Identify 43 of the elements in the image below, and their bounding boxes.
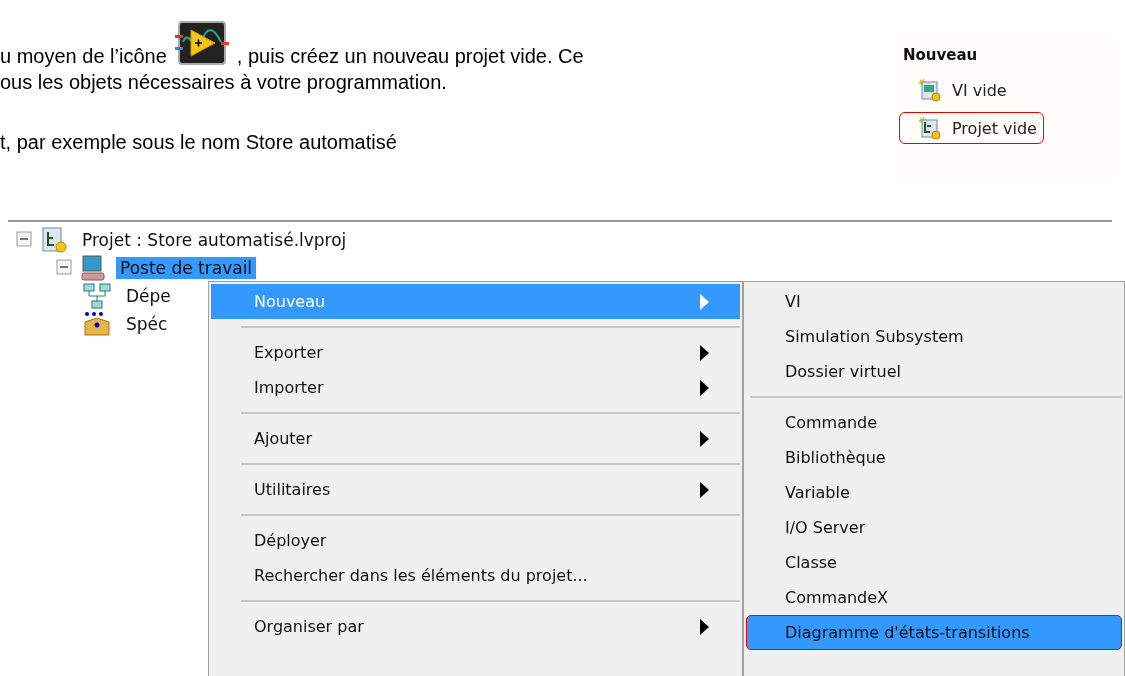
new-item[interactable]: Projet vide (899, 112, 1044, 144)
project-icon (40, 226, 68, 254)
menu-item[interactable]: Ajouter (211, 421, 740, 456)
menu-item[interactable]: Variable (746, 475, 1122, 510)
menu-item[interactable]: Classe (746, 545, 1122, 580)
tree-item[interactable]: Projet : Store automatisé.lvproj (78, 229, 351, 251)
menu-item[interactable]: VI (746, 284, 1122, 319)
menu-item[interactable]: Simulation Subsystem (746, 319, 1122, 354)
submenu-arrow-icon (700, 379, 709, 396)
submenu-arrow-icon (700, 618, 709, 635)
dependencies-icon (82, 282, 112, 310)
collapse-toggle[interactable] (56, 259, 74, 277)
submenu-arrow-icon (700, 430, 709, 447)
panel-title: Nouveau (903, 46, 978, 64)
new-vi-icon (918, 78, 942, 102)
build-box-icon (82, 310, 112, 338)
instruction-text: ous les objets nécessaires à votre programmation. (0, 70, 447, 94)
menu-item[interactable]: Dossier virtuel (746, 354, 1122, 389)
tree-item[interactable]: Spéc (122, 313, 172, 335)
submenu-arrow-icon (700, 344, 709, 361)
menu-item[interactable]: Exporter (211, 335, 740, 370)
menu-item[interactable]: Déployer (211, 523, 740, 558)
tree-item[interactable]: Poste de travail (116, 257, 257, 279)
menu-item[interactable]: I/O Server (746, 510, 1122, 545)
menu-item[interactable]: Bibliothèque (746, 440, 1122, 475)
instruction-text: t, par exemple sous le nom Store automatisé (0, 130, 397, 154)
computer-icon (80, 254, 106, 282)
menu-item[interactable]: Organiser par (211, 609, 740, 644)
menu-item[interactable]: Utilitaires (211, 472, 740, 507)
menu-item[interactable]: Diagramme d'états-transitions (746, 615, 1122, 650)
collapse-toggle[interactable] (16, 231, 34, 249)
instruction-text: u moyen de l’icône (0, 44, 167, 68)
menu-item[interactable]: Importer (211, 370, 740, 405)
submenu-arrow-icon (700, 293, 709, 310)
menu-item[interactable]: CommandeX (746, 580, 1122, 615)
menu-item[interactable]: Rechercher dans les éléments du projet... (211, 558, 740, 593)
menu-item[interactable]: Commande (746, 405, 1122, 440)
submenu-arrow-icon (700, 481, 709, 498)
tree-item[interactable]: Dépe (122, 285, 175, 307)
instruction-text: , puis créez un nouveau projet vide. Ce (236, 44, 584, 68)
new-item[interactable]: VI vide (899, 74, 1014, 106)
new-project-icon (918, 116, 942, 140)
labview-icon (174, 20, 229, 66)
